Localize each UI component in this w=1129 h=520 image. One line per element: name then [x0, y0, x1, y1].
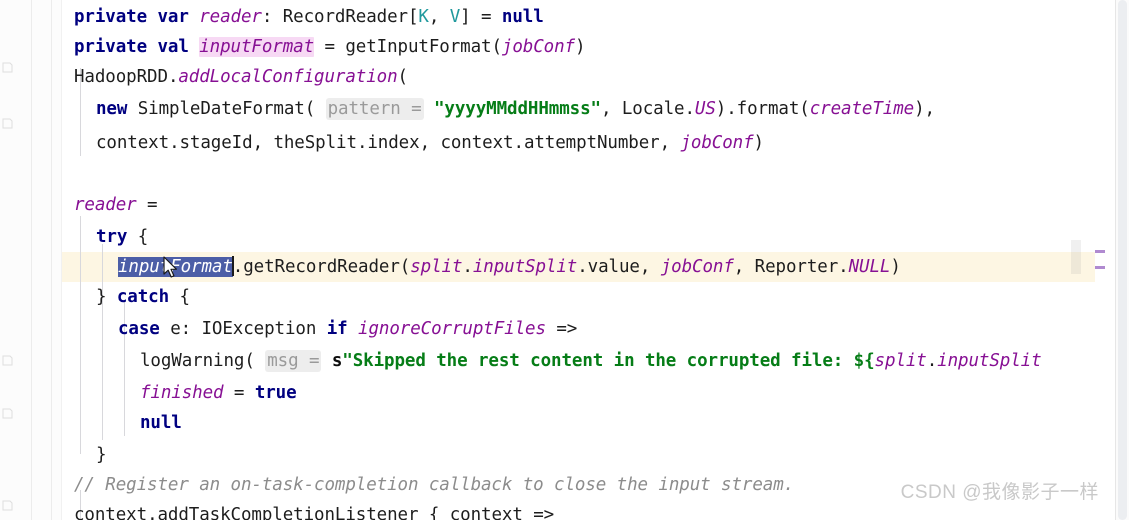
error-stripe-column[interactable]: [1071, 0, 1105, 520]
code-fold-marker-icon[interactable]: [2, 62, 13, 73]
code-line[interactable]: reader =: [74, 190, 158, 220]
code-fold-marker-icon[interactable]: [2, 355, 13, 366]
code-line[interactable]: HadoopRDD.addLocalConfiguration(: [74, 62, 408, 92]
code-line[interactable]: private var reader: RecordReader[K, V] =…: [74, 2, 544, 32]
occurrence-stripe-marker[interactable]: [1095, 250, 1105, 253]
indent-guide: [102, 244, 103, 440]
code-editor[interactable]: private var reader: RecordReader[K, V] =…: [0, 0, 1129, 520]
code-line[interactable]: } catch {: [96, 282, 190, 312]
code-line[interactable]: logWarning( msg = s"Skipped the rest con…: [140, 346, 1042, 376]
occurrence-stripe-marker[interactable]: [1095, 266, 1105, 269]
gutter-divider-2: [51, 0, 52, 520]
parameter-hint: pattern =: [325, 98, 424, 120]
code-line[interactable]: case e: IOException if ignoreCorruptFile…: [118, 314, 577, 344]
code-fold-marker-icon[interactable]: [2, 408, 13, 419]
code-line[interactable]: try {: [96, 222, 148, 252]
text-selection[interactable]: inputFormat: [118, 257, 233, 277]
gutter-divider-1: [31, 0, 32, 520]
code-line[interactable]: }: [96, 440, 107, 470]
stripe-shadow: [1071, 240, 1081, 274]
code-line[interactable]: finished = true: [140, 378, 297, 408]
code-line-selected[interactable]: inputFormat.getRecordReader(split.inputS…: [118, 252, 901, 282]
code-line[interactable]: new SimpleDateFormat( pattern = "yyyyMMd…: [96, 94, 935, 124]
code-fold-marker-icon[interactable]: [2, 500, 13, 511]
code-line-comment[interactable]: // Register an on-task-completion callba…: [74, 470, 794, 500]
occurrence-highlight[interactable]: inputFormat: [199, 37, 314, 57]
indent-guide: [80, 216, 81, 454]
editor-gutter[interactable]: [0, 0, 62, 520]
watermark: CSDN @我像影子一样: [900, 482, 1099, 503]
code-line[interactable]: context.stageId, theSplit.index, context…: [96, 128, 764, 158]
code-content-area[interactable]: private var reader: RecordReader[K, V] =…: [62, 0, 1105, 520]
code-fold-marker-icon[interactable]: [2, 118, 13, 129]
code-line[interactable]: context.addTaskCompletionListener { cont…: [74, 500, 554, 520]
parameter-hint: msg =: [265, 350, 322, 372]
code-line[interactable]: private val inputFormat = getInputFormat…: [74, 32, 586, 62]
vertical-scrollbar[interactable]: [1115, 0, 1129, 520]
vertical-scrollbar-thumb[interactable]: [1118, 0, 1127, 520]
code-line[interactable]: null: [140, 408, 182, 438]
